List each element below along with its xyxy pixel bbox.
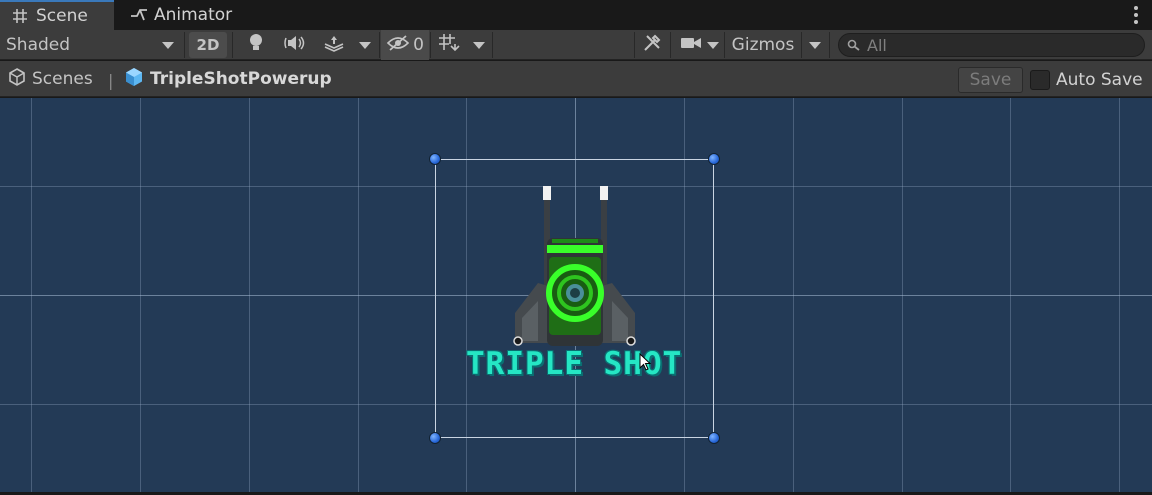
chevron-down-icon: [162, 41, 174, 49]
rect-handle-top-left[interactable]: [429, 153, 441, 165]
rect-handle-bottom-right[interactable]: [708, 432, 720, 444]
tab-scene[interactable]: Scene: [0, 0, 114, 30]
chevron-down-icon: [473, 41, 485, 49]
draw-mode-label: Shaded: [6, 35, 71, 55]
tab-animator[interactable]: Animator: [118, 0, 248, 30]
tab-bar: Scene Animator: [0, 0, 1152, 30]
search-input[interactable]: [867, 35, 1137, 55]
hidden-objects-toggle[interactable]: 0: [381, 30, 429, 60]
effects-toggle-button[interactable]: [318, 30, 350, 60]
search-icon: [847, 36, 861, 55]
lightbulb-icon: [248, 33, 264, 58]
chevron-down-icon: [707, 41, 719, 49]
prefab-cube-icon: [124, 67, 144, 92]
grid-dropdown[interactable]: [468, 30, 490, 60]
breadcrumb-scenes-label: Scenes: [32, 69, 93, 89]
save-button[interactable]: Save: [958, 67, 1023, 93]
scene-search[interactable]: [838, 33, 1145, 57]
rect-handle-top-right[interactable]: [708, 153, 720, 165]
breadcrumb-scenes[interactable]: Scenes: [8, 61, 93, 97]
camera-button[interactable]: [678, 30, 704, 60]
grid-snapping-button[interactable]: [434, 30, 464, 60]
hidden-count: 0: [413, 35, 424, 55]
layers-icon: [323, 34, 345, 57]
speaker-icon: [284, 34, 306, 57]
tools-button[interactable]: [638, 30, 666, 60]
gizmos-dropdown[interactable]: [804, 30, 826, 60]
scene-viewport[interactable]: TRIPLE SHOT: [0, 98, 1152, 492]
breadcrumb-prefab[interactable]: TripleShotPowerup: [124, 61, 332, 97]
chevron-down-icon: [359, 41, 371, 49]
breadcrumb-prefab-label: TripleShotPowerup: [150, 69, 332, 89]
chevron-down-icon: [809, 41, 821, 49]
audio-toggle-button[interactable]: [278, 30, 312, 60]
breadcrumb-separator: |: [108, 71, 114, 90]
effects-dropdown[interactable]: [354, 30, 376, 60]
grid-snap-icon: [438, 33, 460, 58]
animator-icon: [130, 7, 147, 23]
mouse-cursor-icon: [639, 353, 652, 371]
tools-icon: [642, 33, 662, 58]
lighting-toggle-button[interactable]: [240, 30, 272, 60]
grid-hash-icon: [12, 8, 28, 24]
tab-scene-label: Scene: [36, 6, 88, 26]
toggle-2d-button[interactable]: 2D: [189, 32, 227, 58]
more-options-icon[interactable]: [1134, 6, 1138, 24]
scene-toolbar: Shaded 2D 0 Gizmos All: [0, 30, 1152, 60]
draw-mode-dropdown[interactable]: Shaded: [0, 30, 182, 60]
breadcrumb-bar: Scenes | TripleShotPowerup Save Auto Sav…: [0, 61, 1152, 97]
unity-logo-icon: [8, 67, 26, 91]
gizmos-button[interactable]: Gizmos: [728, 30, 798, 60]
tab-animator-label: Animator: [154, 5, 233, 25]
eye-slash-icon: [386, 34, 410, 57]
auto-save-checkbox[interactable]: [1030, 70, 1050, 90]
camera-icon: [680, 35, 702, 56]
camera-dropdown[interactable]: [704, 30, 722, 60]
auto-save-label: Auto Save: [1056, 70, 1143, 90]
rect-handle-bottom-left[interactable]: [429, 432, 441, 444]
auto-save-toggle[interactable]: Auto Save: [1030, 67, 1143, 93]
